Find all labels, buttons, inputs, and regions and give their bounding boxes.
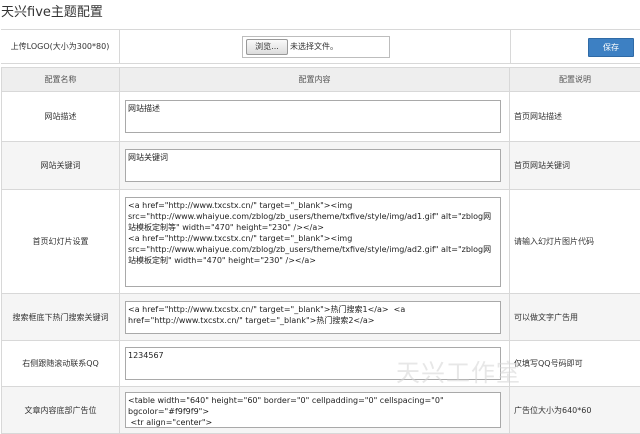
config-table: 配置名称 配置内容 配置说明 网站描述 网站描述 首页网站描述 网站关键词 网站… [1,67,640,434]
row-name: 文章内容底部广告位 [2,387,120,434]
header-config-desc: 配置说明 [510,68,640,92]
config-table-header: 配置名称 配置内容 配置说明 [2,68,640,92]
site-description-input[interactable]: 网站描述 [125,100,501,133]
page-title: 天兴five主题配置 [1,0,103,26]
file-status-text: 未选择文件。 [290,37,338,57]
browse-button[interactable]: 浏览... [246,39,288,55]
logo-upload-row: 上传LOGO(大小为300*80) 浏览... 未选择文件。 保存 [1,29,640,64]
row-desc: 广告位大小为640*60 [510,387,640,434]
row-desc: 首页网站关键词 [510,142,640,190]
save-button[interactable]: 保存 [588,38,634,57]
header-config-name: 配置名称 [2,68,120,92]
slideshow-code-input[interactable]: <a href="http://www.txcstx.cn/" target="… [125,197,501,287]
header-config-content: 配置内容 [120,68,510,92]
row-name: 搜索框底下热门搜索关键词 [2,294,120,341]
table-row: 网站描述 网站描述 首页网站描述 [2,92,640,142]
row-desc: 请输入幻灯片图片代码 [510,190,640,294]
table-row: 网站关键词 网站关键词 首页网站关键词 [2,142,640,190]
watermark: 天兴工作室 [396,353,521,388]
table-row: 右侧跟随滚动联系QQ 1234567 仅填写QQ号码即可 [2,341,640,387]
row-name: 网站描述 [2,92,120,142]
table-row: 文章内容底部广告位 <table width="640" height="60"… [2,387,640,434]
site-keywords-input[interactable]: 网站关键词 [125,149,501,182]
row-desc: 可以做文字广告用 [510,294,640,341]
table-row: 搜索框底下热门搜索关键词 <a href="http://www.txcstx.… [2,294,640,341]
hot-search-keywords-input[interactable]: <a href="http://www.txcstx.cn/" target="… [125,301,501,334]
column-divider [510,30,511,63]
row-desc: 首页网站描述 [510,92,640,142]
row-desc: 仅填写QQ号码即可 [510,341,640,387]
article-bottom-ad-input[interactable]: <table width="640" height="60" border="0… [125,392,501,428]
row-name: 右侧跟随滚动联系QQ [2,341,120,387]
row-name: 首页幻灯片设置 [2,190,120,294]
logo-upload-label: 上传LOGO(大小为300*80) [1,30,120,63]
row-name: 网站关键词 [2,142,120,190]
table-row: 首页幻灯片设置 <a href="http://www.txcstx.cn/" … [2,190,640,294]
logo-file-input[interactable]: 浏览... 未选择文件。 [242,36,390,58]
